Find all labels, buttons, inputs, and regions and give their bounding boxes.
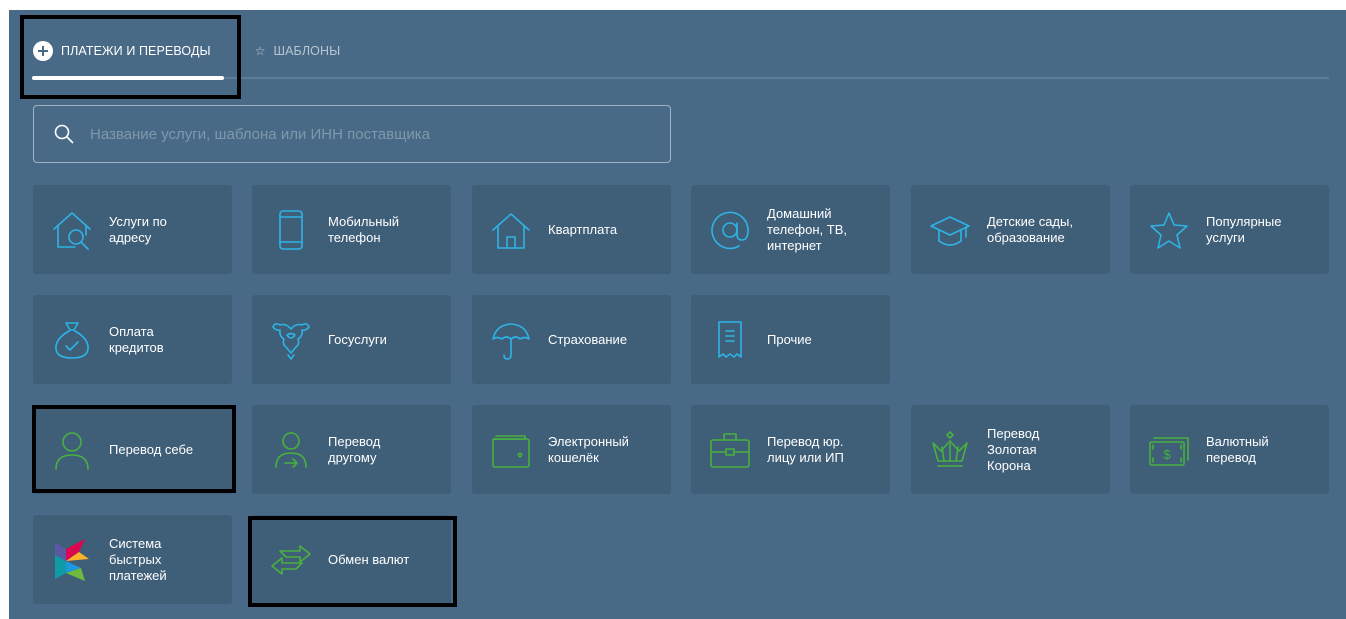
- tile-other[interactable]: Прочие: [691, 295, 890, 384]
- house-search-icon: [53, 211, 91, 250]
- at-sign-icon: [711, 211, 749, 249]
- tile-label: Детские сады, образование: [987, 213, 1073, 245]
- tile-popular-services[interactable]: Популярные услуги: [1130, 185, 1329, 274]
- tile-label: Домашний телефон, ТВ, интернет: [767, 205, 847, 253]
- tab-templates[interactable]: ☆ ШАБЛОНЫ: [255, 44, 341, 58]
- search-input[interactable]: [90, 125, 650, 143]
- tile-home-phone-tv-internet[interactable]: Домашний телефон, ТВ, интернет: [691, 185, 890, 274]
- emblem-icon: [272, 322, 310, 360]
- tile-label: Перевод Золотая Корона: [987, 425, 1040, 473]
- money-bag-icon: [55, 321, 89, 359]
- umbrella-icon: [492, 322, 530, 360]
- tile-label: Услуги по адресу: [109, 213, 167, 245]
- tile-currency-transfer[interactable]: $ Валютный перевод: [1130, 405, 1329, 494]
- tile-gosuslugi[interactable]: Госуслуги: [252, 295, 451, 384]
- dollar-banknote-icon: $: [1149, 436, 1189, 466]
- tile-label: Система быстрых платежей: [109, 535, 167, 583]
- tile-label: Обмен валют: [328, 551, 410, 567]
- house-icon: [492, 212, 530, 249]
- tab-payments-label: ПЛАТЕЖИ И ПЕРЕВОДЫ: [61, 44, 211, 58]
- plus-circle-icon: [33, 41, 53, 61]
- tile-currency-exchange[interactable]: Обмен валют: [252, 515, 451, 604]
- search-icon: [54, 124, 74, 144]
- tile-rent[interactable]: Квартплата: [472, 185, 671, 274]
- tile-label: Популярные услуги: [1206, 213, 1282, 245]
- tab-templates-label: ШАБЛОНЫ: [273, 44, 341, 58]
- tile-label: Мобильный телефон: [328, 213, 400, 245]
- payments-panel: ПЛАТЕЖИ И ПЕРЕВОДЫ ☆ ШАБЛОНЫ Услуги по а…: [9, 10, 1346, 619]
- tile-transfer-legal-entity[interactable]: Перевод юр. лицу или ИП: [691, 405, 890, 494]
- tile-label: Прочие: [767, 331, 812, 347]
- tile-label: Электронный кошелёк: [548, 433, 629, 465]
- svg-text:$: $: [1163, 447, 1171, 462]
- tile-mobile-phone[interactable]: Мобильный телефон: [252, 185, 451, 274]
- exchange-arrows-icon: [271, 544, 311, 575]
- wallet-icon: [492, 434, 530, 468]
- briefcase-icon: [710, 432, 750, 468]
- star-icon: ☆: [254, 44, 266, 58]
- tile-label: Оплата кредитов: [109, 323, 164, 355]
- tile-label: Перевод себе: [109, 441, 194, 457]
- tile-transfer-self[interactable]: Перевод себе: [33, 405, 232, 494]
- tile-label: Страхование: [548, 331, 628, 347]
- active-tab-indicator: [32, 76, 224, 80]
- tile-transfer-other[interactable]: Перевод другому: [252, 405, 451, 494]
- crown-icon: [932, 430, 968, 467]
- tile-zolotaya-korona[interactable]: Перевод Золотая Корона: [911, 405, 1110, 494]
- tile-label: Госуслуги: [328, 331, 387, 347]
- smartphone-icon: [279, 209, 303, 250]
- tabs-bar: ПЛАТЕЖИ И ПЕРЕВОДЫ ☆ ШАБЛОНЫ: [33, 38, 340, 64]
- tile-label: Перевод другому: [328, 433, 381, 465]
- tile-label: Квартплата: [548, 221, 618, 237]
- tile-sbp-fast-payments[interactable]: Система быстрых платежей: [33, 515, 232, 604]
- receipt-icon: [718, 320, 742, 358]
- graduation-cap-icon: [930, 215, 970, 246]
- tile-label: Перевод юр. лицу или ИП: [767, 433, 844, 465]
- tile-insurance[interactable]: Страхование: [472, 295, 671, 384]
- tile-label: Валютный перевод: [1206, 433, 1269, 465]
- user-arrow-icon: [275, 431, 307, 468]
- sbp-logo-icon: [55, 538, 89, 581]
- tile-address-services[interactable]: Услуги по адресу: [33, 185, 232, 274]
- tab-payments-transfers[interactable]: ПЛАТЕЖИ И ПЕРЕВОДЫ: [33, 41, 211, 61]
- tile-kindergarten-education[interactable]: Детские сады, образование: [911, 185, 1110, 274]
- tile-e-wallet[interactable]: Электронный кошелёк: [472, 405, 671, 494]
- tabs-divider: [32, 77, 1329, 79]
- tile-loan-payment[interactable]: Оплата кредитов: [33, 295, 232, 384]
- user-icon: [55, 431, 89, 470]
- star-icon: [1150, 211, 1188, 249]
- search-box[interactable]: [33, 105, 671, 163]
